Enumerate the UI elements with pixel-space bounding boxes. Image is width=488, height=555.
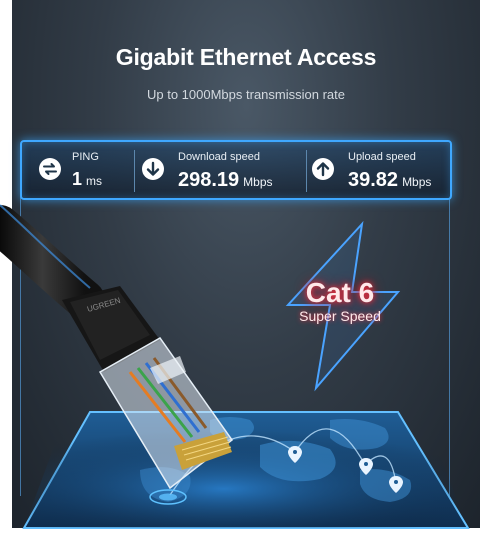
download-value: 298.19 Mbps	[178, 169, 273, 191]
download-label: Download speed	[178, 151, 260, 163]
upload-value: 39.82 Mbps	[348, 169, 432, 191]
upload-stat: Upload speed 39.82 Mbps	[307, 142, 450, 198]
download-arrow-icon	[142, 158, 164, 180]
upload-arrow-icon	[312, 158, 334, 180]
upload-unit: Mbps	[402, 175, 432, 189]
world-map-platform	[22, 411, 470, 529]
ping-unit: ms	[86, 174, 103, 188]
illustration: UGREEN	[0, 204, 470, 529]
cat6-badge-subtitle: Super Speed	[299, 308, 381, 324]
download-stat: Download speed 298.19 Mbps	[135, 142, 306, 198]
ping-label: PING	[72, 151, 99, 163]
ping-value: 1 ms	[72, 169, 103, 189]
ping-stat: PING 1 ms	[22, 142, 134, 198]
download-unit: Mbps	[243, 175, 273, 189]
upload-label: Upload speed	[348, 151, 416, 163]
product-image: Gigabit Ethernet Access Up to 1000Mbps t…	[0, 0, 488, 555]
ping-arrows-icon	[39, 158, 61, 180]
speed-test-panel: PING 1 ms Download speed 298.19 Mbps Uploa…	[20, 140, 452, 200]
cat6-badge-title: Cat 6	[305, 277, 375, 308]
